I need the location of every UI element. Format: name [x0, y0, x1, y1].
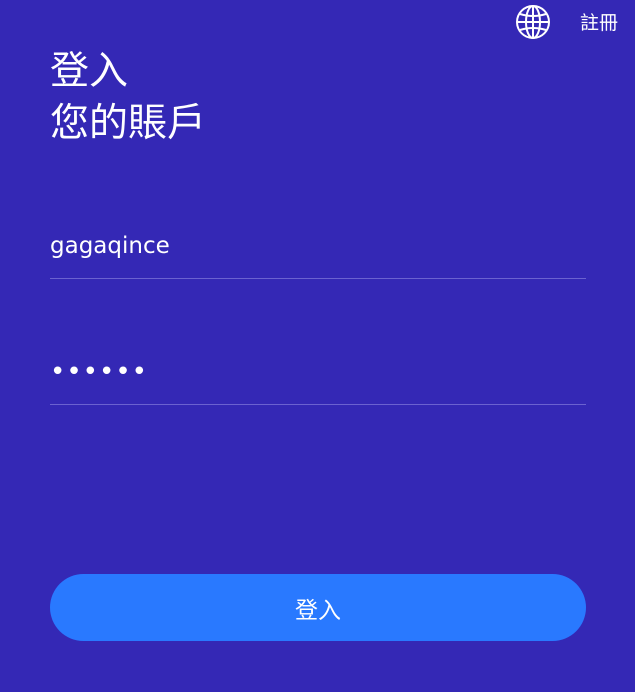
login-page: 註冊 登入 您的賬戶 登入: [0, 0, 635, 692]
page-title: 登入 您的賬戶: [50, 46, 206, 150]
language-button[interactable]: [515, 4, 551, 40]
login-button[interactable]: 登入: [50, 574, 586, 641]
username-input[interactable]: [50, 226, 586, 266]
password-field: [50, 350, 586, 405]
page-title-line-2: 您的賬戶: [50, 101, 207, 146]
register-link[interactable]: 註冊: [580, 12, 618, 34]
top-bar: 註冊: [0, 0, 635, 44]
page-title-line-1: 登入: [50, 49, 129, 94]
username-field: [50, 226, 586, 279]
password-input[interactable]: [50, 350, 586, 394]
globe-icon: [516, 5, 550, 39]
